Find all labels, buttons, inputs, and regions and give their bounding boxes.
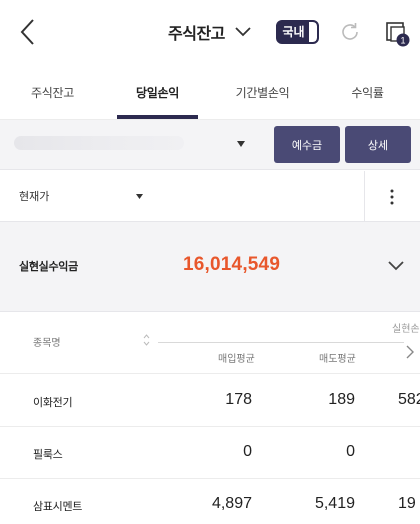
- price-type-row: 현재가: [0, 171, 420, 222]
- column-header-realized: 실현손: [392, 324, 420, 335]
- sell-average: 0: [346, 443, 355, 460]
- buy-average: 178: [225, 391, 252, 408]
- refresh-button[interactable]: [338, 20, 362, 44]
- table-row[interactable]: 이화전기 178 189 582: [0, 375, 420, 427]
- caret-down-icon: [136, 194, 143, 199]
- more-vertical-icon: [390, 189, 394, 205]
- toggle-knob: [309, 22, 317, 42]
- notification-button[interactable]: 1: [384, 19, 412, 47]
- column-header-sell-average: 매도평균: [319, 354, 356, 365]
- page-title: 주식잔고: [168, 24, 225, 43]
- notification-box-icon: 1: [386, 22, 410, 47]
- realized-profit-value: 16,014,549: [183, 254, 281, 275]
- expand-summary-button[interactable]: [384, 256, 408, 276]
- market-toggle[interactable]: 국내: [276, 20, 319, 44]
- tab-period-pnl[interactable]: 기간별손익: [210, 64, 315, 120]
- stock-name: 삼표시멘트: [33, 500, 83, 513]
- chevron-down-icon: [235, 27, 251, 37]
- sell-average: 5,419: [314, 495, 355, 512]
- tab-bar: 주식잔고 당일손익 기간별손익 수익률: [0, 64, 420, 120]
- account-selector[interactable]: [0, 120, 262, 170]
- price-type-selector[interactable]: 현재가: [0, 171, 160, 222]
- table-row[interactable]: 필룩스 0 0: [0, 427, 420, 479]
- tab-label: 당일손익: [136, 85, 179, 100]
- table-header: 종목명 매입평균 매도평균 실현손: [0, 312, 420, 374]
- tab-label: 기간별손익: [235, 85, 290, 100]
- tab-daily-pnl[interactable]: 당일손익: [105, 64, 210, 120]
- column-header-name: 종목명: [33, 338, 61, 349]
- table-row[interactable]: 삼표시멘트 4,897 5,419 19: [0, 479, 420, 524]
- notification-count: 1: [400, 36, 405, 46]
- divider: [364, 171, 365, 222]
- tab-return-rate[interactable]: 수익률: [315, 64, 420, 120]
- column-header-buy-average: 매입평균: [218, 354, 255, 365]
- masked-account-number: [14, 136, 184, 150]
- realized-profit-summary: 실현실수익금 16,014,549: [0, 222, 420, 312]
- tab-stock-balance[interactable]: 주식잔고: [0, 64, 105, 120]
- sell-average: 189: [328, 391, 355, 408]
- chevron-down-icon: [388, 261, 404, 271]
- deposit-button[interactable]: 예수금: [274, 126, 340, 163]
- tab-label: 주식잔고: [31, 85, 74, 100]
- realized-value: 19: [398, 495, 416, 512]
- sort-icon[interactable]: [143, 334, 150, 346]
- screen-title-selector[interactable]: 주식잔고: [168, 19, 251, 45]
- refresh-icon: [342, 23, 358, 40]
- chevron-left-icon: [20, 19, 34, 45]
- buy-average: 4,897: [211, 495, 252, 512]
- chevron-right-icon[interactable]: [404, 345, 416, 359]
- header-divider: [158, 342, 404, 343]
- caret-down-icon: [237, 141, 245, 147]
- active-tab-indicator: [117, 115, 198, 119]
- realized-profit-label: 실현실수익금: [19, 260, 78, 273]
- back-button[interactable]: [14, 16, 42, 48]
- stock-name: 필룩스: [33, 448, 63, 461]
- market-toggle-label: 국내: [278, 22, 309, 42]
- detail-button[interactable]: 상세: [345, 126, 411, 163]
- realized-value: 582: [398, 391, 420, 408]
- more-options-button[interactable]: [380, 185, 404, 209]
- price-type-label: 현재가: [19, 190, 50, 203]
- buy-average: 0: [243, 443, 252, 460]
- top-bar: 주식잔고 국내 1: [0, 0, 420, 64]
- tab-label: 수익률: [351, 85, 384, 100]
- stock-name: 이화전기: [33, 396, 73, 409]
